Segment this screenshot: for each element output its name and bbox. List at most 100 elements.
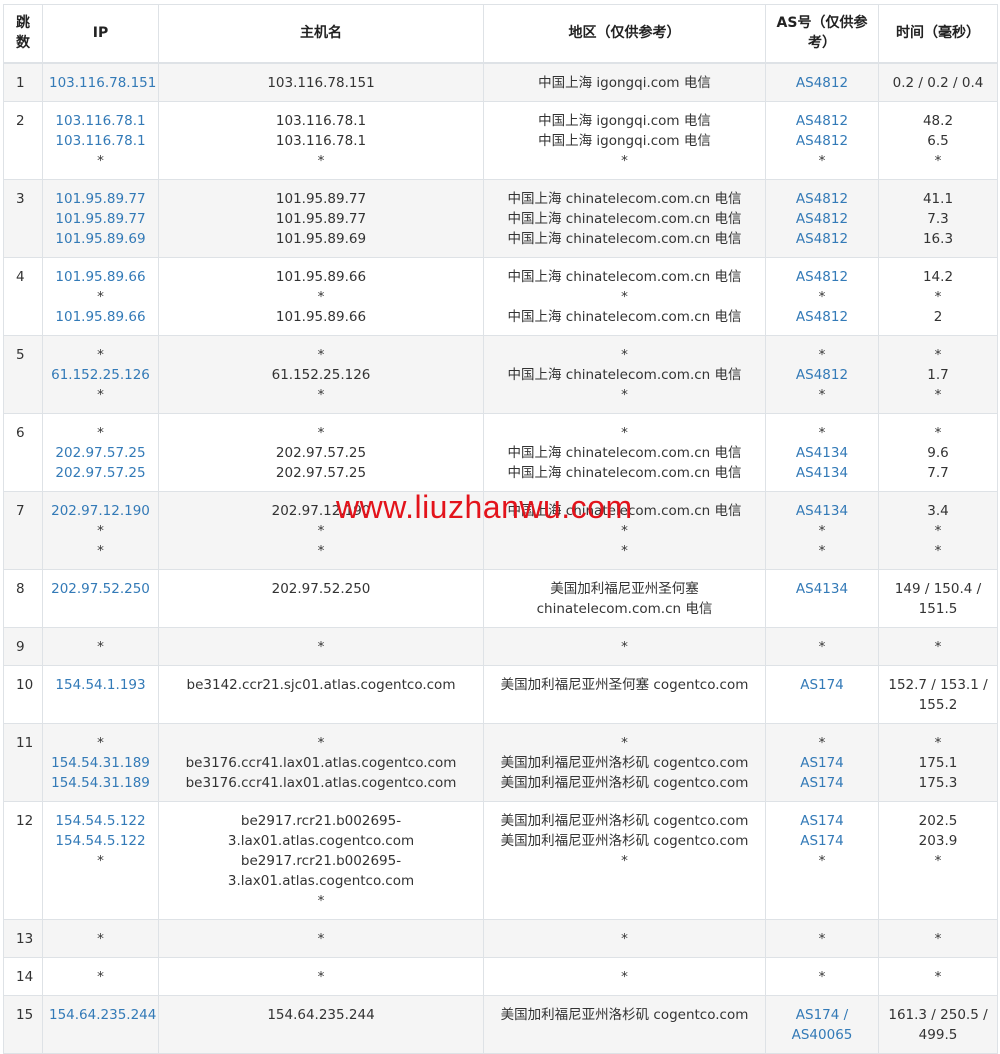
as-link[interactable]: AS4812 xyxy=(772,267,872,287)
table-body: 1 103.116.78.151 103.116.78.151 中国上海 igongq… xyxy=(3,62,998,1054)
host-value: be2917.rcr21.b002695- xyxy=(240,812,402,829)
as-link[interactable]: AS4134 xyxy=(772,501,872,521)
host-cell: * 202.97.57.25 202.97.57.25 xyxy=(158,412,484,492)
table-row: 9 * * * * * xyxy=(3,626,998,666)
ip-cell: * 202.97.57.25 202.97.57.25 xyxy=(42,412,159,492)
time-value: * xyxy=(934,522,942,539)
region-value: 美国加利福尼亚州圣何塞 xyxy=(550,580,699,597)
ip-cell: 101.95.89.77 101.95.89.77 101.95.89.69 xyxy=(42,178,159,258)
host-value: * xyxy=(317,152,325,169)
as-value: * xyxy=(818,930,826,947)
ip-link[interactable]: 101.95.89.66 xyxy=(49,307,152,327)
ip-value: * xyxy=(97,638,104,655)
as-link[interactable]: AS4812 xyxy=(772,209,872,229)
as-link[interactable]: AS4812 xyxy=(772,111,872,131)
as-value: * xyxy=(818,152,826,169)
as-link[interactable]: AS174 / xyxy=(772,1005,872,1025)
as-link[interactable]: AS4134 xyxy=(772,443,872,463)
hop-number: 1 xyxy=(3,62,43,102)
ip-link[interactable]: 154.54.31.189 xyxy=(49,773,152,793)
time-value: 6.5 xyxy=(927,132,949,149)
ip-link[interactable]: 101.95.89.77 xyxy=(49,189,152,209)
ip-link[interactable]: 101.95.89.77 xyxy=(49,209,152,229)
ip-link[interactable]: 103.116.78.1 xyxy=(49,111,152,131)
hop-number: 15 xyxy=(3,994,43,1054)
hop-number: 9 xyxy=(3,626,43,666)
ip-cell: 103.116.78.151 xyxy=(42,62,159,102)
time-cell: 202.5 203.9 * xyxy=(878,800,998,920)
as-cell: AS4134 * * xyxy=(765,490,879,570)
ip-value: * xyxy=(97,288,104,305)
ip-link[interactable]: 103.116.78.1 xyxy=(49,131,152,151)
as-link[interactable]: AS174 xyxy=(772,675,872,695)
hop-number: 14 xyxy=(3,956,43,996)
ip-link[interactable]: 154.54.31.189 xyxy=(49,753,152,773)
as-link[interactable]: AS4134 xyxy=(772,579,872,599)
region-cell: * 中国上海 chinatelecom.com.cn 电信 中国上海 chinate… xyxy=(483,412,766,492)
as-link[interactable]: AS4812 xyxy=(772,365,872,385)
as-link[interactable]: AS4812 xyxy=(772,229,872,249)
time-value: 14.2 xyxy=(922,268,954,285)
hop-number: 7 xyxy=(3,490,43,570)
host-value: 202.97.52.250 xyxy=(271,580,371,597)
ip-link[interactable]: 202.97.57.25 xyxy=(49,443,152,463)
time-cell: 3.4 * * xyxy=(878,490,998,570)
as-cell: * xyxy=(765,918,879,958)
as-link[interactable]: AS174 xyxy=(772,773,872,793)
region-value: 中国上海 igongqi.com 电信 xyxy=(538,132,711,149)
ip-link[interactable]: 202.97.57.25 xyxy=(49,463,152,483)
as-link[interactable]: AS4812 xyxy=(772,307,872,327)
as-link[interactable]: AS174 xyxy=(772,753,872,773)
ip-link[interactable]: 101.95.89.69 xyxy=(49,229,152,249)
ip-link[interactable]: 154.54.1.193 xyxy=(49,675,152,695)
header-as: AS号（仅供参考） xyxy=(765,4,879,64)
host-value: 202.97.57.25 xyxy=(275,444,367,461)
as-value: * xyxy=(818,386,826,403)
host-value: be3176.ccr41.lax01.atlas.cogentco.com xyxy=(185,774,457,791)
time-cell: * 1.7 * xyxy=(878,334,998,414)
region-value: 中国上海 chinatelecom.com.cn 电信 xyxy=(507,366,742,383)
as-link[interactable]: AS40065 xyxy=(772,1025,872,1045)
ip-link[interactable]: 202.97.52.250 xyxy=(49,579,152,599)
host-value: 103.116.78.151 xyxy=(267,74,375,91)
as-link[interactable]: AS174 xyxy=(772,831,872,851)
ip-link[interactable]: 154.64.235.244 xyxy=(49,1005,156,1025)
hop-number: 8 xyxy=(3,568,43,628)
table-row: 15 154.64.235.244 154.64.235.244 美国加利福尼亚州洛杉… xyxy=(3,994,998,1054)
ip-link[interactable]: 154.54.5.122 xyxy=(49,811,152,831)
ip-link[interactable]: 61.152.25.126 xyxy=(49,365,152,385)
table-row: 14 * * * * * xyxy=(3,956,998,996)
region-value: * xyxy=(621,542,628,559)
ip-cell: 154.54.5.122 154.54.5.122 * xyxy=(42,800,159,920)
time-value: 151.5 xyxy=(918,600,958,617)
time-cell: 152.7 / 153.1 / 155.2 xyxy=(878,664,998,724)
as-link[interactable]: AS174 xyxy=(772,811,872,831)
as-value: * xyxy=(818,522,826,539)
as-value: * xyxy=(818,734,826,751)
as-link[interactable]: AS4134 xyxy=(772,463,872,483)
as-link[interactable]: AS4812 xyxy=(772,189,872,209)
region-value: 中国上海 chinatelecom.com.cn 电信 xyxy=(507,444,742,461)
ip-link[interactable]: 103.116.78.151 xyxy=(49,73,156,93)
time-value: 3.4 xyxy=(927,502,949,519)
ip-value: * xyxy=(97,424,104,441)
as-link[interactable]: AS4812 xyxy=(772,131,872,151)
ip-link[interactable]: 202.97.12.190 xyxy=(49,501,152,521)
ip-cell: 202.97.52.250 xyxy=(42,568,159,628)
region-cell: 美国加利福尼亚州圣何塞 cogentco.com xyxy=(483,664,766,724)
time-value: 175.3 xyxy=(918,774,958,791)
as-cell: * AS4134 AS4134 xyxy=(765,412,879,492)
host-value: 61.152.25.126 xyxy=(271,366,371,383)
region-cell: 中国上海 chinatelecom.com.cn 电信 * 中国上海 chinate… xyxy=(483,256,766,336)
time-cell: * 9.6 7.7 xyxy=(878,412,998,492)
ip-link[interactable]: 101.95.89.66 xyxy=(49,267,152,287)
ip-cell: * 154.54.31.189 154.54.31.189 xyxy=(42,722,159,802)
time-value: 202.5 xyxy=(918,812,958,829)
table-row: 1 103.116.78.151 103.116.78.151 中国上海 igongq… xyxy=(3,62,998,102)
time-value: 175.1 xyxy=(918,754,958,771)
as-value: * xyxy=(818,542,826,559)
as-link[interactable]: AS4812 xyxy=(772,73,872,93)
ip-link[interactable]: 154.54.5.122 xyxy=(49,831,152,851)
time-value: * xyxy=(934,852,942,869)
host-value: be2917.rcr21.b002695- xyxy=(240,852,402,869)
